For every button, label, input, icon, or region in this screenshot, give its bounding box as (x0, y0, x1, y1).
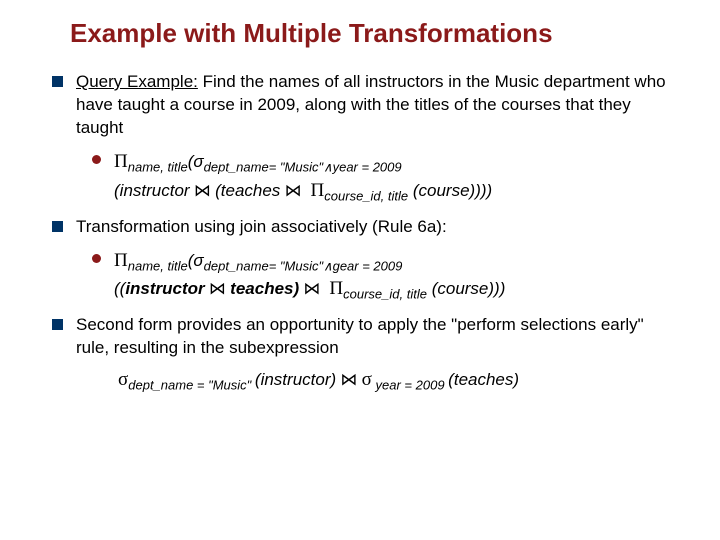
transformation-text: Transformation using join associatively … (76, 217, 447, 236)
formula-2: Πname, title(σdept_name= "Music"∧gear = … (92, 247, 680, 305)
sigma-sub-c2: year = 2009 (372, 378, 448, 393)
open-sigma: (σ (188, 152, 204, 171)
bullet-query-example: Query Example: Find the names of all ins… (50, 71, 680, 206)
bullet-second-form: Second form provides an opportunity to a… (50, 314, 680, 395)
wedge: ∧ (323, 159, 333, 174)
pi-sub: name, title (128, 159, 188, 174)
join-symbol: ⋈ (190, 181, 216, 200)
paren-close-c2: ) (513, 370, 519, 389)
sub-list-2: Πname, title(σdept_name= "Music"∧gear = … (76, 247, 680, 305)
sub-list-1: Πname, title(σdept_name= "Music"∧year = … (76, 148, 680, 206)
rel-instructor: instructor (120, 181, 190, 200)
paren-close: )))) (470, 181, 493, 200)
pi-symbol-b2: Π (329, 278, 343, 299)
wedge-b: ∧ (323, 258, 333, 273)
sigma-sub2-b: gear = 2009 (333, 258, 403, 273)
pi-sub-b2: course_id, title (343, 287, 427, 302)
sigma-sub1-b: dept_name= "Music" (204, 258, 323, 273)
sigma-c: σ (118, 369, 128, 390)
second-form-text: Second form provides an opportunity to a… (76, 315, 644, 357)
rel-instructor-b: instructor (125, 279, 204, 298)
paren-close-b: ))) (488, 279, 505, 298)
sigma-c2: σ (362, 369, 372, 390)
join-symbol-c: ⋈ (336, 370, 362, 389)
sigma-sub2: year = 2009 (333, 159, 402, 174)
rel-teaches: teaches (221, 181, 281, 200)
pi-sub-b: name, title (128, 258, 188, 273)
formula-3: σdept_name = "Music" (instructor) ⋈ σ ye… (118, 366, 680, 395)
sigma-sub-c: dept_name = "Music" (128, 378, 255, 393)
join-symbol-b2: ⋈ (299, 279, 325, 298)
slide: Example with Multiple Transformations Qu… (0, 0, 720, 395)
rel-teaches-c: teaches (454, 370, 514, 389)
query-example-label: Query Example: (76, 72, 198, 91)
paren-open3: ( (408, 181, 418, 200)
rel-instructor-c: instructor (261, 370, 331, 389)
paren-open-b3: ( (427, 279, 437, 298)
rel-course-b: course (437, 279, 488, 298)
rel-course: course (419, 181, 470, 200)
pi-symbol2: Π (311, 180, 325, 201)
pi-sub2: course_id, title (324, 188, 408, 203)
open-sigma-b: (σ (188, 251, 204, 270)
pi-symbol-b: Π (114, 250, 128, 271)
sigma-sub1: dept_name= "Music" (204, 159, 323, 174)
bullet-list: Query Example: Find the names of all ins… (50, 71, 680, 395)
join-symbol2: ⋈ (280, 181, 306, 200)
slide-title: Example with Multiple Transformations (70, 18, 680, 49)
pi-symbol: Π (114, 151, 128, 172)
bullet-transformation: Transformation using join associatively … (50, 216, 680, 305)
join-symbol-b: ⋈ (205, 279, 231, 298)
formula-1: Πname, title(σdept_name= "Music"∧year = … (92, 148, 680, 206)
paren-open-b: (( (114, 279, 125, 298)
rel-teaches-b: teaches (230, 279, 293, 298)
